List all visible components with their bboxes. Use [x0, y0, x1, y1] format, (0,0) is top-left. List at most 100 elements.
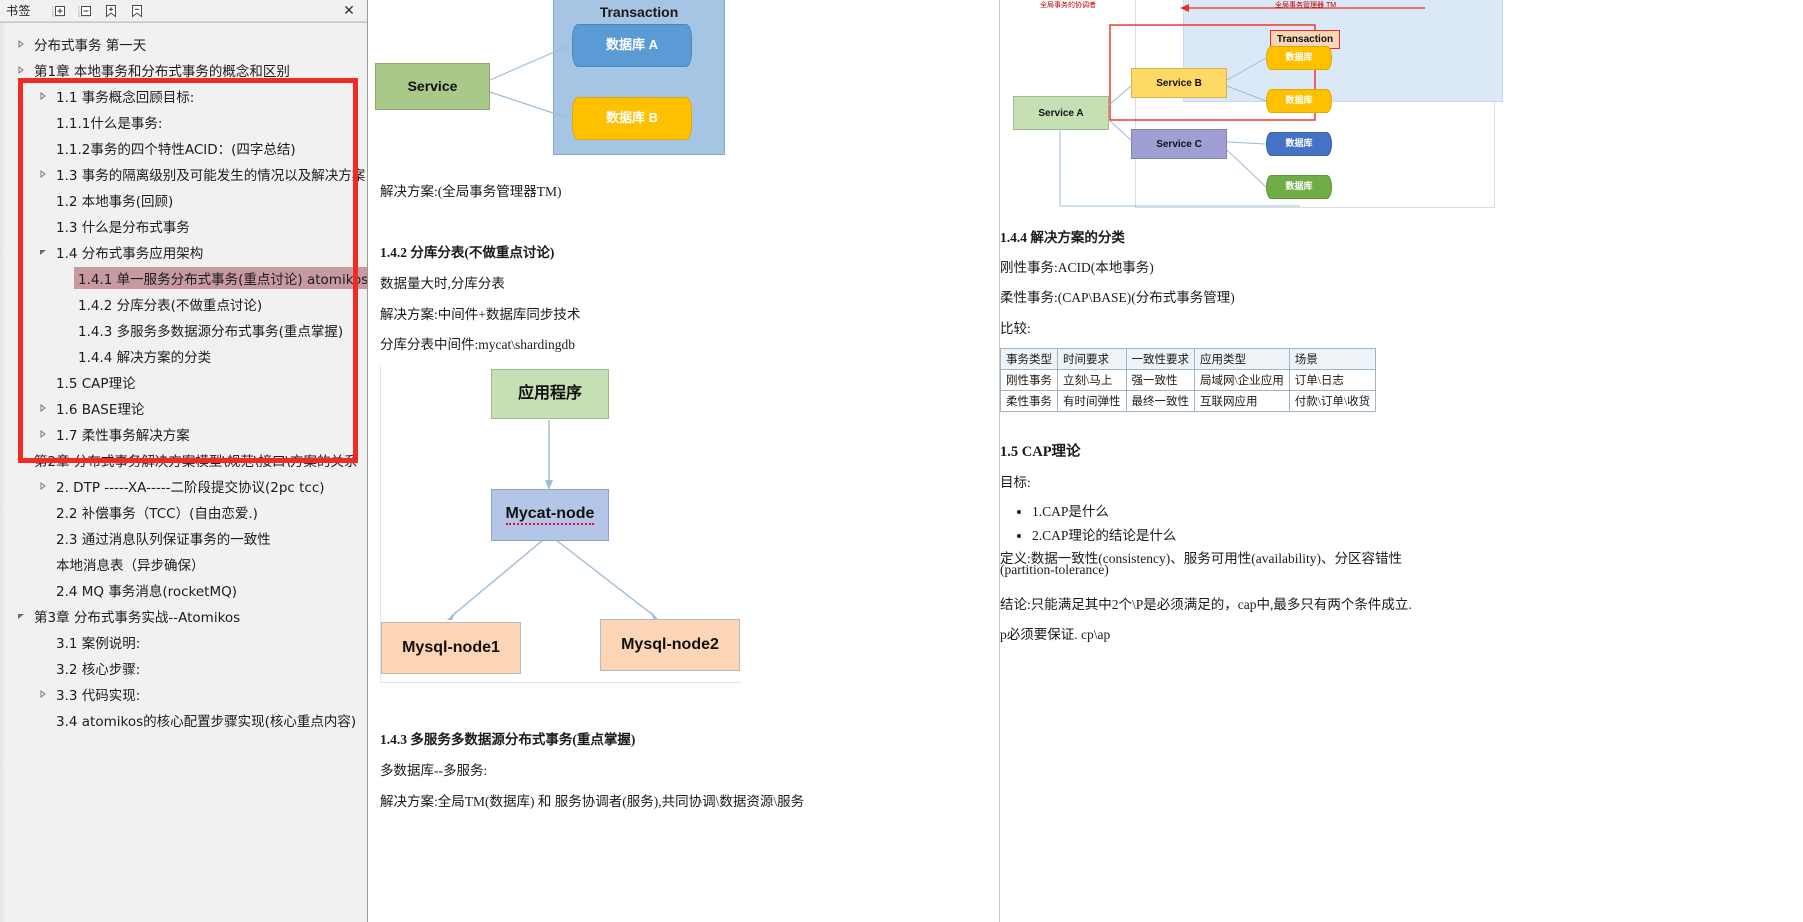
table-header-row: 事务类型时间要求一致性要求应用类型场景 [1001, 349, 1376, 370]
chevron-down-icon[interactable] [36, 245, 50, 259]
collapse-all-icon[interactable] [77, 3, 93, 19]
bookmark-item[interactable]: 1.1 事务概念回顾目标: [0, 83, 367, 109]
chevron-right-icon[interactable] [36, 89, 50, 103]
tree-spacer [36, 505, 50, 519]
bookmark-item[interactable]: 分布式事务 第一天 [0, 31, 367, 57]
text-multi-db: 多数据库--多服务: [380, 759, 487, 779]
table-cell: 互联网应用 [1195, 391, 1290, 412]
bookmark-item[interactable]: 3.4 atomikos的核心配置步骤实现(核心重点内容) [0, 707, 367, 733]
table-row: 刚性事务立刻\马上强一致性局域网\企业应用订单\日志 [1001, 370, 1376, 391]
bookmark-item-label: 1.1.2事务的四个特性ACID：(四字总结) [52, 137, 300, 159]
bookmark-item-label: 1.4.4 解决方案的分类 [74, 345, 215, 367]
right-db-node-1: 数据库 [1266, 46, 1332, 70]
bookmarks-toolbar: 书签 [0, 0, 367, 22]
bookmark-item[interactable]: 本地消息表（异步确保） [0, 551, 367, 577]
mysql-node-2-label: Mysql-node2 [621, 636, 719, 654]
expand-all-icon[interactable] [51, 3, 67, 19]
tree-spacer [36, 219, 50, 233]
bookmark-item[interactable]: 1.4.4 解决方案的分类 [0, 343, 367, 369]
document-page-left: Transaction 数据库 A 数据库 B Service 解决方案:(全局… [368, 0, 1000, 922]
text-definition-line2: (partition-tolerance) [1000, 562, 1109, 578]
bookmark-item-label: 3.4 atomikos的核心配置步骤实现(核心重点内容) [52, 709, 360, 731]
bookmark-item-label: 第3章 分布式事务实战--Atomikos [30, 605, 244, 627]
bookmark-item-label: 2.4 MQ 事务消息(rocketMQ) [52, 579, 241, 601]
heading-1-4-3: 1.4.3 多服务多数据源分布式事务(重点掌握) [380, 728, 635, 748]
bookmark-item[interactable]: 2. DTP -----XA-----二阶段提交协议(2pc tcc) [0, 473, 367, 499]
chevron-right-icon[interactable] [14, 63, 28, 77]
tree-spacer [36, 193, 50, 207]
tree-spacer [36, 375, 50, 389]
transaction-panel-title: Transaction [600, 5, 679, 20]
bookmark-item[interactable]: 1.4.2 分库分表(不做重点讨论) [0, 291, 367, 317]
pdf-reader-window: 书签 [0, 0, 1803, 922]
bookmark-item[interactable]: 1.4.3 多服务多数据源分布式事务(重点掌握) [0, 317, 367, 343]
bookmark-item[interactable]: 1.5 CAP理论 [0, 369, 367, 395]
tree-spacer [36, 557, 50, 571]
add-bookmark-icon[interactable] [103, 3, 119, 19]
bookmark-item[interactable]: 2.2 补偿事务（TCC）(自由恋爱.) [0, 499, 367, 525]
document-view[interactable]: Transaction 数据库 A 数据库 B Service 解决方案:(全局… [368, 0, 1803, 922]
bookmark-item[interactable]: 第2章 分布式事务解决方案模型\规范\接口\方案的关系 [0, 447, 367, 473]
bookmark-item[interactable]: 2.3 通过消息队列保证事务的一致性 [0, 525, 367, 551]
service-c-node: Service C [1131, 129, 1227, 159]
db-b-node: 数据库 B [572, 97, 692, 140]
chevron-right-icon[interactable] [36, 167, 50, 181]
bookmark-item-label: 2.2 补偿事务（TCC）(自由恋爱.) [52, 501, 262, 523]
chevron-right-icon[interactable] [36, 479, 50, 493]
bookmarks-tree-scroll[interactable]: 分布式事务 第一天第1章 本地事务和分布式事务的概念和区别1.1 事务概念回顾目… [0, 22, 367, 922]
text-solution-middleware: 解决方案:中间件+数据库同步技术 [380, 303, 580, 323]
bookmark-item-label: 1.4 分布式事务应用架构 [52, 241, 207, 263]
text-conclusion: 结论:只能满足其中2个\P是必须满足的，cap中,最多只有两个条件成立. [1000, 593, 1412, 613]
chevron-right-icon[interactable] [14, 37, 28, 51]
right-db-label-3: 数据库 [1285, 139, 1312, 149]
bookmark-item[interactable]: 第1章 本地事务和分布式事务的概念和区别 [0, 57, 367, 83]
chevron-right-icon[interactable] [36, 687, 50, 701]
text-middleware-list: 分库分表中间件:mycat\shardingdb [380, 333, 575, 353]
bookmark-item[interactable]: 2.4 MQ 事务消息(rocketMQ) [0, 577, 367, 603]
remove-bookmark-icon[interactable] [129, 3, 145, 19]
mysql-node-1-label: Mysql-node1 [402, 639, 500, 657]
bookmark-item[interactable]: 1.6 BASE理论 [0, 395, 367, 421]
text-flexible-tx: 柔性事务:(CAP\BASE)(分布式事务管理) [1000, 286, 1235, 306]
right-db-node-4: 数据库 [1266, 175, 1332, 199]
table-header-cell: 事务类型 [1001, 349, 1058, 370]
tree-spacer [36, 115, 50, 129]
bookmark-item[interactable]: 第3章 分布式事务实战--Atomikos [0, 603, 367, 629]
bookmark-item-label: 1.6 BASE理论 [52, 397, 148, 419]
app-node: 应用程序 [491, 369, 609, 419]
heading-1-5: 1.5 CAP理论 [1000, 440, 1081, 461]
bookmark-item-label: 3.1 案例说明: [52, 631, 144, 653]
chevron-right-icon[interactable] [36, 427, 50, 441]
bookmarks-tree: 分布式事务 第一天第1章 本地事务和分布式事务的概念和区别1.1 事务概念回顾目… [0, 23, 367, 733]
bookmark-item-label: 1.4.1 单一服务分布式事务(重点讨论) atomikos [74, 267, 367, 289]
service-node: Service [375, 63, 490, 110]
bookmark-item-label: 3.2 核心步骤: [52, 657, 144, 679]
bookmarks-sidebar: 书签 [0, 0, 368, 922]
bookmark-item[interactable]: 3.1 案例说明: [0, 629, 367, 655]
table-cell: 订单\日志 [1289, 370, 1375, 391]
bookmark-item[interactable]: 1.1.2事务的四个特性ACID：(四字总结) [0, 135, 367, 161]
tree-spacer [36, 661, 50, 675]
bookmark-item-label: 1.2 本地事务(回顾) [52, 189, 177, 211]
table-cell: 刚性事务 [1001, 370, 1058, 391]
bookmark-item-label: 1.7 柔性事务解决方案 [52, 423, 194, 445]
bookmark-item[interactable]: 1.4 分布式事务应用架构 [0, 239, 367, 265]
bookmark-item[interactable]: 3.3 代码实现: [0, 681, 367, 707]
close-icon[interactable]: ✕ [341, 2, 357, 18]
bookmark-item[interactable]: 1.1.1什么是事务: [0, 109, 367, 135]
table-header-cell: 应用类型 [1195, 349, 1290, 370]
comparison-table: 事务类型时间要求一致性要求应用类型场景刚性事务立刻\马上强一致性局域网\企业应用… [1000, 348, 1376, 412]
chevron-right-icon[interactable] [36, 401, 50, 415]
chevron-down-icon[interactable] [14, 609, 28, 623]
bookmark-item[interactable]: 1.7 柔性事务解决方案 [0, 421, 367, 447]
db-a-node: 数据库 A [572, 24, 692, 67]
bookmark-item[interactable]: 1.3 事务的隔离级别及可能发生的情况以及解决方案 [0, 161, 367, 187]
bookmark-item[interactable]: 3.2 核心步骤: [0, 655, 367, 681]
bookmark-item[interactable]: 1.3 什么是分布式事务 [0, 213, 367, 239]
bookmark-item[interactable]: 1.4.1 单一服务分布式事务(重点讨论) atomikos [0, 265, 367, 291]
tree-spacer [36, 713, 50, 727]
bookmark-item-label: 本地消息表（异步确保） [52, 553, 209, 575]
bookmark-item[interactable]: 1.2 本地事务(回顾) [0, 187, 367, 213]
tree-spacer [36, 531, 50, 545]
chevron-down-icon[interactable] [14, 453, 28, 467]
